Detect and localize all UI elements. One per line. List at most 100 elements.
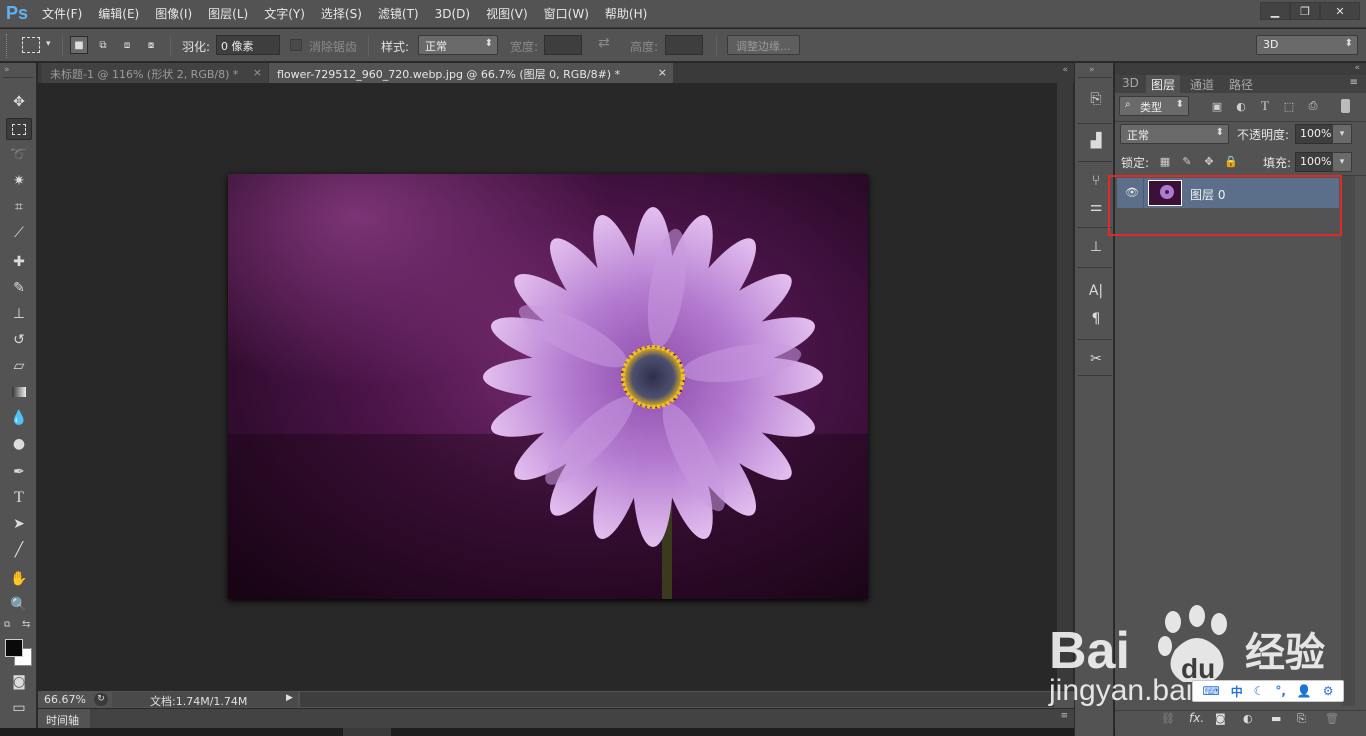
punctuation-icon[interactable]: °, xyxy=(1275,684,1286,698)
menu-window[interactable]: 窗口(W) xyxy=(536,0,597,28)
menu-edit[interactable]: 编辑(E) xyxy=(90,0,147,28)
menu-filter[interactable]: 滤镜(T) xyxy=(370,0,427,28)
lock-position-icon[interactable]: ✥ xyxy=(1200,152,1218,170)
menu-image[interactable]: 图像(I) xyxy=(147,0,200,28)
menu-type[interactable]: 文字(Y) xyxy=(256,0,313,28)
eraser-tool[interactable]: ▱ xyxy=(6,355,32,377)
tab-flower[interactable]: flower-729512_960_720.webp.jpg @ 66.7% (… xyxy=(269,63,673,83)
paragraph-panel-button[interactable]: ¶ xyxy=(1085,309,1107,329)
gradient-tool[interactable] xyxy=(6,381,32,403)
menu-layer[interactable]: 图层(L) xyxy=(200,0,256,28)
moon-icon[interactable]: ☾ xyxy=(1254,684,1265,698)
style-select[interactable]: 正常 xyxy=(418,35,498,55)
stamp-tool[interactable]: ⊥ xyxy=(6,303,32,325)
document-canvas[interactable] xyxy=(228,174,868,599)
chevron-down-icon[interactable]: ▾ xyxy=(46,39,51,49)
collapse-icon[interactable]: » xyxy=(1089,65,1095,75)
collapse-icon[interactable]: » xyxy=(4,65,10,75)
lock-pixels-icon[interactable]: ✎ xyxy=(1178,152,1196,170)
subtract-selection-button[interactable]: ⧈ xyxy=(118,36,136,54)
hand-tool[interactable]: ✋ xyxy=(6,568,32,590)
quick-mask-button[interactable]: ◙ xyxy=(6,671,32,693)
zoom-level[interactable]: 66.67% xyxy=(44,693,86,706)
tab-paths[interactable]: 路径 xyxy=(1224,75,1258,93)
adjustments-button[interactable]: ⚌ xyxy=(1085,197,1107,217)
add-selection-button[interactable]: ⧉ xyxy=(94,36,112,54)
menu-help[interactable]: 帮助(H) xyxy=(597,0,655,28)
character-panel-button[interactable]: A| xyxy=(1085,281,1107,301)
new-selection-button[interactable]: ■ xyxy=(70,36,88,54)
menu-select[interactable]: 选择(S) xyxy=(313,0,370,28)
lock-transparent-icon[interactable]: ▦ xyxy=(1156,152,1174,170)
share-icon[interactable]: ↻ xyxy=(94,693,108,706)
height-input[interactable] xyxy=(665,35,703,55)
canvas-area[interactable] xyxy=(38,83,1057,690)
lasso-tool[interactable]: ➰ xyxy=(6,144,32,166)
path-select-tool[interactable]: ➤ xyxy=(6,513,32,535)
filter-toggle-icon[interactable] xyxy=(1341,99,1350,113)
swap-icon[interactable]: ⇄ xyxy=(598,35,610,51)
refine-edge-button[interactable]: 调整边缘... xyxy=(727,35,800,55)
panel-menu-icon[interactable]: ≡ xyxy=(1350,77,1358,88)
history-brush-tool[interactable]: ↺ xyxy=(6,329,32,351)
crop-tool[interactable]: ⌗ xyxy=(6,196,32,218)
timeline-tab[interactable]: 时间轴 xyxy=(38,709,90,729)
close-icon[interactable]: × xyxy=(253,66,262,79)
tab-untitled[interactable]: 未标题-1 @ 116% (形状 2, RGB/8) * × xyxy=(42,63,268,83)
width-input[interactable] xyxy=(544,35,582,55)
blend-mode-select[interactable]: 正常 xyxy=(1120,124,1229,144)
marquee-preset-icon[interactable] xyxy=(22,37,40,53)
keyboard-icon[interactable]: ⌨ xyxy=(1202,684,1219,698)
filter-pixel-icon[interactable]: ▣ xyxy=(1208,97,1226,115)
tab-3d[interactable]: 3D xyxy=(1117,75,1144,93)
menu-file[interactable]: 文件(F) xyxy=(34,0,90,28)
collapse-icon[interactable]: « xyxy=(1354,63,1360,73)
minimize-button[interactable]: ▁ xyxy=(1260,2,1290,20)
opacity-input[interactable]: 100% xyxy=(1295,124,1333,144)
default-colors-icon[interactable]: ⧉ xyxy=(4,620,10,630)
intersect-selection-button[interactable]: ⧇ xyxy=(142,36,160,54)
restore-button[interactable]: ❐ xyxy=(1290,2,1320,20)
clone-source-button[interactable]: ⊥ xyxy=(1085,237,1107,257)
ime-mode[interactable]: 中 xyxy=(1231,683,1243,700)
horizontal-scrollbar[interactable] xyxy=(300,692,1054,707)
pen-tool[interactable]: ✒ xyxy=(6,461,32,483)
filter-type-icon[interactable]: T xyxy=(1256,97,1274,115)
screen-mode-button[interactable]: ▭ xyxy=(6,697,32,719)
foreground-color-swatch[interactable] xyxy=(5,639,23,657)
brush-presets-button[interactable]: ⑂ xyxy=(1085,171,1107,191)
tab-layers[interactable]: 图层 xyxy=(1146,75,1181,93)
close-button[interactable]: ✕ xyxy=(1320,2,1360,20)
tool-presets-button[interactable]: ✂ xyxy=(1085,349,1107,369)
type-tool[interactable]: T xyxy=(6,487,32,509)
eyedropper-tool[interactable]: ⟋ xyxy=(6,222,32,244)
magic-wand-tool[interactable]: ✷ xyxy=(6,170,32,192)
opacity-dropdown[interactable]: ▾ xyxy=(1332,124,1352,144)
menu-3d[interactable]: 3D(D) xyxy=(427,0,478,28)
tab-channels[interactable]: 通道 xyxy=(1185,75,1219,93)
zoom-tool[interactable]: 🔍 xyxy=(6,594,32,616)
play-icon[interactable]: ▶ xyxy=(286,693,293,703)
dodge-tool[interactable]: ● xyxy=(6,433,32,455)
feather-input[interactable]: 0 像素 xyxy=(216,35,280,55)
menu-view[interactable]: 视图(V) xyxy=(478,0,536,28)
marquee-tool[interactable] xyxy=(6,118,32,140)
blur-tool[interactable]: 💧 xyxy=(6,407,32,429)
line-tool[interactable]: ╱ xyxy=(6,539,32,561)
brush-tool[interactable]: ✎ xyxy=(6,277,32,299)
filter-shape-icon[interactable]: ⬚ xyxy=(1280,97,1298,115)
workspace-select[interactable]: 3D xyxy=(1256,35,1358,55)
filter-adjustment-icon[interactable]: ◐ xyxy=(1232,97,1250,115)
antialias-checkbox[interactable] xyxy=(290,39,302,51)
user-icon[interactable]: 👤 xyxy=(1297,684,1312,698)
move-tool[interactable]: ✥ xyxy=(6,91,32,113)
close-icon[interactable]: × xyxy=(658,66,667,79)
history-panel-button[interactable]: ⎘ xyxy=(1085,89,1107,109)
fill-dropdown[interactable]: ▾ xyxy=(1332,152,1352,172)
healing-tool[interactable]: ✚ xyxy=(6,251,32,273)
settings-icon[interactable]: ⚙ xyxy=(1323,684,1334,698)
filter-kind-select[interactable]: ⌕ 类型 xyxy=(1119,96,1189,116)
filter-smart-object-icon[interactable]: ⎙ xyxy=(1304,97,1322,115)
swap-colors-icon[interactable]: ⇆ xyxy=(22,619,30,630)
lock-all-icon[interactable]: 🔒 xyxy=(1222,152,1240,170)
